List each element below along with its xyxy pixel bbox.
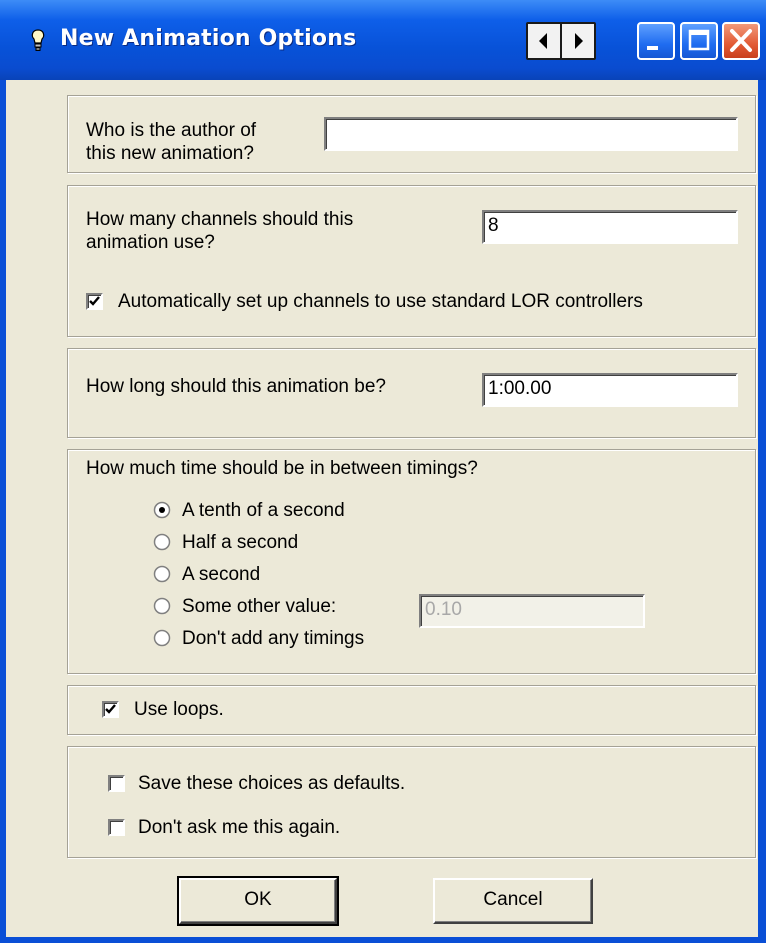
author-label: Who is the author of this new animation?: [86, 120, 257, 164]
use-loops-label[interactable]: Use loops.: [134, 698, 224, 721]
channels-group: How many channels should this animation u…: [67, 185, 756, 337]
defaults-group: Save these choices as defaults. Don't as…: [67, 746, 756, 858]
save-defaults-checkbox[interactable]: [108, 775, 125, 792]
timings-group: How much time should be in between timin…: [67, 449, 756, 674]
dialog-window: New Animation Options Who is the author …: [0, 0, 766, 943]
loops-group: Use loops.: [67, 685, 756, 735]
arrow-left-icon: [539, 33, 547, 49]
timings-label: How much time should be in between timin…: [86, 458, 478, 479]
length-label: How long should this animation be?: [86, 376, 386, 397]
auto-setup-label[interactable]: Automatically set up channels to use sta…: [118, 290, 643, 313]
save-defaults-label[interactable]: Save these choices as defaults.: [138, 772, 405, 795]
dialog-body: Who is the author of this new animation? …: [6, 80, 758, 937]
lightbulb-icon: [31, 29, 45, 51]
close-icon: [730, 29, 752, 52]
close-button[interactable]: [722, 22, 760, 60]
channels-input[interactable]: 8: [482, 210, 738, 244]
radio-second[interactable]: [153, 565, 171, 583]
window-title: New Animation Options: [60, 26, 357, 51]
maximize-icon: [688, 29, 710, 51]
author-group: Who is the author of this new animation?: [67, 95, 756, 173]
checkmark-icon: [89, 296, 100, 306]
length-group: How long should this animation be? 1:00.…: [67, 348, 756, 438]
dont-ask-label[interactable]: Don't ask me this again.: [138, 816, 340, 839]
minimize-icon: [647, 46, 658, 50]
radio-none[interactable]: [153, 629, 171, 647]
ok-button[interactable]: OK: [177, 876, 339, 926]
checkmark-icon: [105, 704, 116, 714]
use-loops-checkbox[interactable]: [102, 701, 119, 718]
scroll-left-button[interactable]: [526, 22, 562, 60]
radio-tenth[interactable]: [153, 501, 171, 519]
radio-other-label[interactable]: Some other value:: [182, 595, 336, 618]
dont-ask-checkbox[interactable]: [108, 819, 125, 836]
radio-half-label[interactable]: Half a second: [182, 531, 298, 554]
length-input[interactable]: 1:00.00: [482, 373, 738, 407]
maximize-button[interactable]: [680, 22, 718, 60]
minimize-button[interactable]: [637, 22, 675, 60]
auto-setup-checkbox[interactable]: [86, 293, 103, 310]
other-value-input[interactable]: 0.10: [419, 594, 645, 628]
author-input[interactable]: [324, 117, 738, 151]
arrow-right-icon: [575, 33, 583, 49]
radio-none-label[interactable]: Don't add any timings: [182, 627, 364, 650]
channels-label: How many channels should this animation u…: [86, 209, 354, 253]
radio-second-label[interactable]: A second: [182, 563, 260, 586]
cancel-button[interactable]: Cancel: [433, 878, 593, 924]
radio-tenth-label[interactable]: A tenth of a second: [182, 499, 345, 522]
radio-other[interactable]: [153, 597, 171, 615]
scroll-right-button[interactable]: [560, 22, 596, 60]
title-bar[interactable]: New Animation Options: [0, 0, 766, 80]
radio-half[interactable]: [153, 533, 171, 551]
